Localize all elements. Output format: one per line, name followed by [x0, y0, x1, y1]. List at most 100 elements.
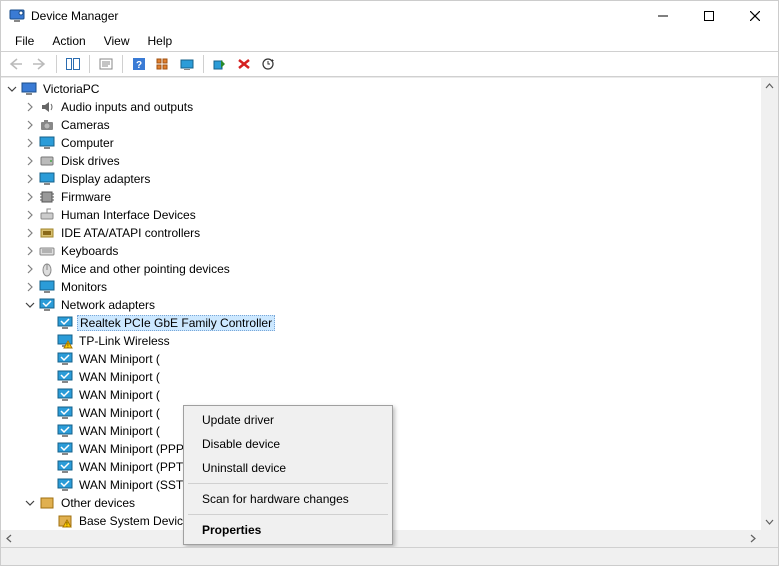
expander-icon[interactable]	[23, 136, 37, 150]
tree-category[interactable]: IDE ATA/ATAPI controllers	[1, 224, 761, 242]
expander-icon[interactable]	[5, 82, 19, 96]
tree-node-label: Disk drives	[59, 154, 122, 168]
statusbar	[1, 547, 778, 565]
expander-icon[interactable]	[23, 100, 37, 114]
tree-device[interactable]: Realtek PCIe GbE Family Controller	[1, 314, 761, 332]
scroll-right-button[interactable]	[744, 530, 761, 547]
expander-icon[interactable]	[23, 154, 37, 168]
menu-help[interactable]: Help	[140, 32, 181, 50]
tree-node-label: TP-Link Wireless	[77, 334, 172, 348]
tree-node-label: WAN Miniport (	[77, 424, 162, 438]
network-icon	[57, 441, 73, 457]
menu-view[interactable]: View	[96, 32, 138, 50]
context-menu-item[interactable]: Uninstall device	[186, 456, 390, 480]
tree-node-label: WAN Miniport (	[77, 388, 162, 402]
toolbar-scan-hardware-button[interactable]	[257, 53, 279, 75]
tree-node-label: Keyboards	[59, 244, 120, 258]
expander-icon[interactable]	[23, 190, 37, 204]
toolbar-uninstall-button[interactable]	[233, 53, 255, 75]
disk-icon	[39, 153, 55, 169]
context-menu-item[interactable]: Update driver	[186, 408, 390, 432]
tree-root[interactable]: VictoriaPC	[1, 80, 761, 98]
minimize-button[interactable]	[640, 1, 686, 31]
expander-icon[interactable]	[23, 280, 37, 294]
menu-action[interactable]: Action	[44, 32, 93, 50]
vertical-scrollbar[interactable]	[761, 78, 778, 530]
tree-category[interactable]: Cameras	[1, 116, 761, 134]
network-icon	[57, 459, 73, 475]
context-menu-separator	[188, 514, 388, 515]
menubar: File Action View Help	[1, 31, 778, 51]
expander-icon[interactable]	[23, 244, 37, 258]
context-menu-item[interactable]: Disable device	[186, 432, 390, 456]
context-menu-item[interactable]: Scan for hardware changes	[186, 487, 390, 511]
tree-category[interactable]: Disk drives	[1, 152, 761, 170]
expander-icon	[41, 442, 55, 456]
context-menu-item[interactable]: Properties	[186, 518, 390, 542]
warn-icon: !	[57, 513, 73, 529]
maximize-button[interactable]	[686, 1, 732, 31]
toolbar-separator	[203, 55, 204, 73]
scroll-track[interactable]	[761, 95, 778, 513]
toolbar-update-driver-button[interactable]	[176, 53, 198, 75]
tree-node-label: VictoriaPC	[41, 82, 101, 96]
expander-icon[interactable]	[23, 262, 37, 276]
tree-device[interactable]: WAN Miniport (	[1, 368, 761, 386]
tree-category[interactable]: Display adapters	[1, 170, 761, 188]
network-warn-icon: !	[57, 333, 73, 349]
app-icon	[9, 8, 25, 24]
expander-icon[interactable]	[23, 298, 37, 312]
toolbar-view-icons-button[interactable]	[152, 53, 174, 75]
toolbar-help-button[interactable]: ?	[128, 53, 150, 75]
tree-device[interactable]: WAN Miniport (	[1, 350, 761, 368]
titlebar: Device Manager	[1, 1, 778, 31]
tree-node-label: WAN Miniport (	[77, 352, 162, 366]
network-icon	[57, 387, 73, 403]
tree-node-label: Other devices	[59, 496, 137, 510]
toolbar-enable-button[interactable]	[209, 53, 231, 75]
tree-node-label: Computer	[59, 136, 116, 150]
tree-category[interactable]: Keyboards	[1, 242, 761, 260]
scroll-down-button[interactable]	[761, 513, 778, 530]
tree-category[interactable]: Human Interface Devices	[1, 206, 761, 224]
context-menu-separator	[188, 483, 388, 484]
expander-icon	[41, 460, 55, 474]
other-icon	[39, 495, 55, 511]
expander-icon	[41, 370, 55, 384]
tree-category[interactable]: Firmware	[1, 188, 761, 206]
tree-category[interactable]: Monitors	[1, 278, 761, 296]
toolbar-forward-button[interactable]	[29, 53, 51, 75]
tree-device[interactable]: ! TP-Link Wireless	[1, 332, 761, 350]
firmware-icon	[39, 189, 55, 205]
tree-category[interactable]: Network adapters	[1, 296, 761, 314]
tree-device[interactable]: WAN Miniport (	[1, 386, 761, 404]
keyboard-icon	[39, 243, 55, 259]
toolbar-show-hide-tree-button[interactable]	[62, 53, 84, 75]
expander-icon	[41, 478, 55, 492]
window-controls	[640, 1, 778, 31]
close-button[interactable]	[732, 1, 778, 31]
toolbar-properties-button[interactable]	[95, 53, 117, 75]
scroll-left-button[interactable]	[1, 530, 18, 547]
computer-root-icon	[21, 81, 37, 97]
tree-category[interactable]: Computer	[1, 134, 761, 152]
expander-icon	[41, 334, 55, 348]
expander-icon[interactable]	[23, 172, 37, 186]
expander-icon[interactable]	[23, 226, 37, 240]
toolbar-separator	[122, 55, 123, 73]
toolbar-back-button[interactable]	[5, 53, 27, 75]
monitor-blue-icon	[39, 279, 55, 295]
expander-icon[interactable]	[23, 118, 37, 132]
toolbar: ?	[1, 51, 778, 77]
expander-icon[interactable]	[23, 208, 37, 222]
scroll-up-button[interactable]	[761, 78, 778, 95]
tree-node-label: Audio inputs and outputs	[59, 100, 195, 114]
tree-category[interactable]: Audio inputs and outputs	[1, 98, 761, 116]
menu-file[interactable]: File	[7, 32, 42, 50]
mouse-icon	[39, 261, 55, 277]
tree-category[interactable]: Mice and other pointing devices	[1, 260, 761, 278]
tree-node-label: Human Interface Devices	[59, 208, 198, 222]
tree-node-label: Network adapters	[59, 298, 157, 312]
expander-icon[interactable]	[23, 496, 37, 510]
network-icon	[57, 369, 73, 385]
